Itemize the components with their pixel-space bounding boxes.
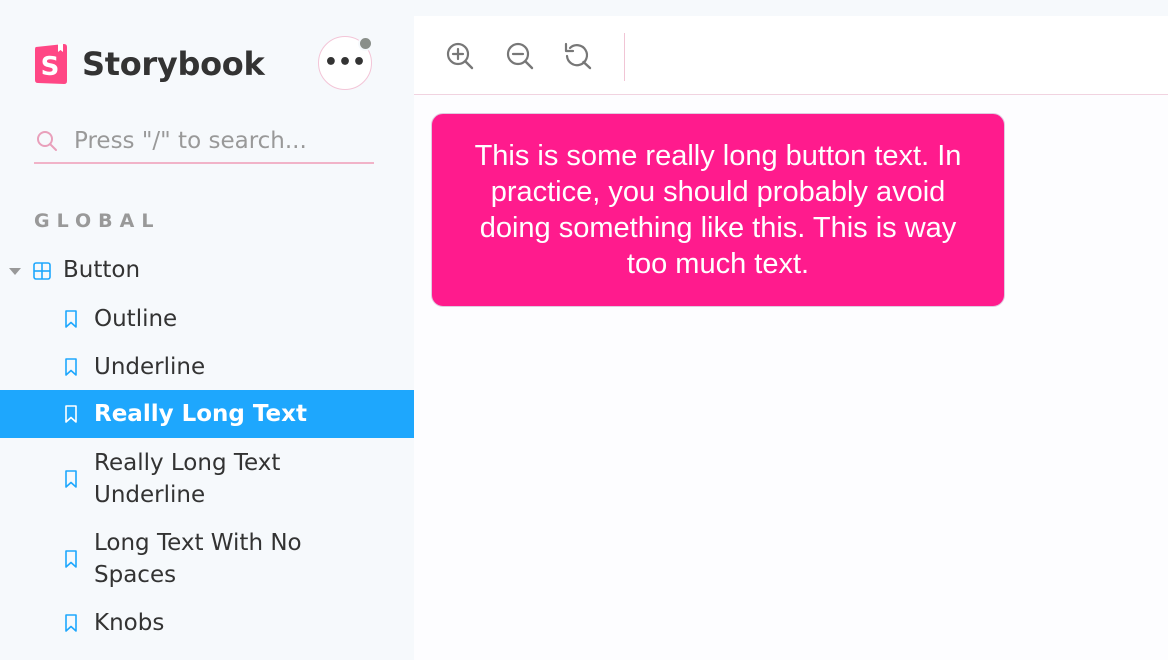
bookmark-icon — [65, 614, 77, 632]
toolbar-divider — [624, 33, 625, 81]
sidebar-item-label: Knobs — [94, 610, 165, 636]
sidebar-item-label: Really Long Text — [94, 401, 307, 427]
component-icon — [33, 262, 51, 280]
bookmark-icon — [65, 310, 77, 328]
sidebar-item-label: Really Long Text Underline — [94, 450, 281, 508]
sidebar-item-underline[interactable]: Underline — [0, 348, 414, 386]
sidebar-item-really-long-text-underline[interactable]: Really Long Text Underline — [0, 446, 414, 514]
more-icon: ••• — [323, 50, 367, 75]
sidebar-item-long-text-with-no-spaces[interactable]: Long Text With No Spaces — [0, 526, 414, 594]
tree-root-button[interactable]: Button — [0, 252, 414, 290]
zoom-in-icon[interactable] — [444, 40, 476, 72]
sidebar-item-really-long-text[interactable]: Really Long Text — [0, 390, 414, 438]
sidebar-item-outline[interactable]: Outline — [0, 300, 414, 338]
svg-text:S: S — [41, 52, 60, 82]
bookmark-icon — [65, 405, 77, 423]
search-input[interactable] — [74, 128, 364, 154]
toolbar — [414, 16, 1168, 95]
bookmark-icon — [65, 550, 77, 568]
search-icon — [37, 131, 57, 151]
bookmark-icon — [65, 358, 77, 376]
sidebar-item-label: Outline — [94, 306, 178, 332]
notification-dot — [358, 36, 373, 51]
sidebar: S Storybook ••• GLOBAL Button Outline — [0, 0, 414, 660]
bookmark-icon — [65, 470, 77, 488]
brand[interactable]: S Storybook — [34, 42, 265, 86]
long-text-button[interactable]: This is some really long button text. In… — [431, 113, 1005, 307]
search-bar[interactable] — [34, 120, 374, 164]
storybook-logo-icon: S — [35, 44, 67, 84]
sidebar-item-label: Long Text With No Spaces — [94, 530, 302, 588]
long-text-button-label: This is some really long button text. In… — [474, 140, 962, 280]
zoom-reset-icon[interactable] — [562, 40, 594, 72]
zoom-out-icon[interactable] — [504, 40, 536, 72]
sidebar-item-label: Underline — [94, 354, 206, 380]
tree-root-label: Button — [63, 257, 141, 283]
brand-name: Storybook — [82, 45, 265, 83]
section-title: GLOBAL — [34, 210, 161, 232]
preview-panel: This is some really long button text. In… — [414, 16, 1168, 660]
caret-down-icon — [9, 268, 21, 275]
sidebar-item-knobs[interactable]: Knobs — [0, 604, 414, 642]
